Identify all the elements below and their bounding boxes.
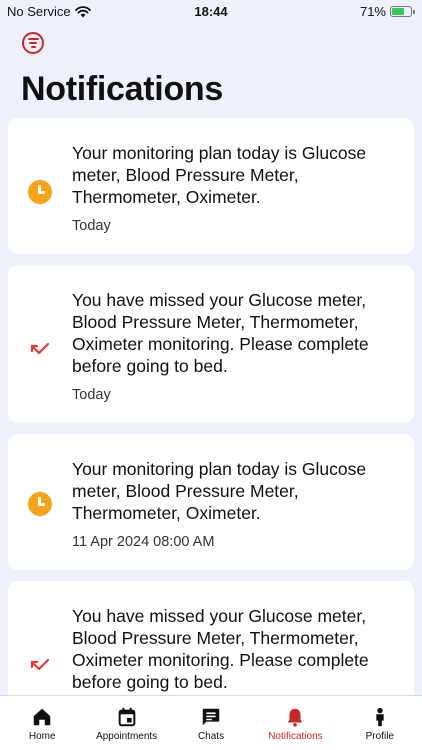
- filter-icon-line: [27, 38, 39, 41]
- battery-icon: [390, 6, 415, 17]
- status-right: 71%: [359, 4, 415, 19]
- notification-time: 11 Apr 2024 08:00 AM: [72, 534, 215, 550]
- tab-label: Home: [28, 731, 56, 742]
- clock-label: 18:44: [194, 4, 228, 19]
- person-icon: [376, 707, 384, 727]
- notification-message: Your monitoring plan today is Glucose me…: [72, 143, 367, 207]
- chat-icon: [202, 708, 220, 726]
- filter-button[interactable]: [22, 32, 44, 54]
- battery-percent: 71%: [359, 4, 386, 19]
- status-bar: No Service 18:44 71%: [0, 0, 422, 24]
- clock-icon: [28, 180, 52, 204]
- notification-list[interactable]: Your monitoring plan today is Glucose me…: [8, 118, 414, 724]
- tab-bar: Home Appointments Chats Notifications Profil…: [0, 695, 422, 750]
- notification-message: You have missed your Glucose meter, Bloo…: [72, 606, 369, 692]
- tab-home[interactable]: Home: [0, 696, 84, 750]
- calendar-icon: [118, 707, 135, 727]
- tab-label: Chats: [197, 731, 225, 742]
- tab-chats[interactable]: Chats: [169, 696, 253, 750]
- tab-label: Notifications: [268, 731, 323, 742]
- notification-time: Today: [72, 218, 111, 234]
- battery-tip: [413, 10, 415, 14]
- notification-message: Your monitoring plan today is Glucose me…: [72, 459, 367, 523]
- missed-call-icon: [28, 337, 52, 366]
- clock-icon: [28, 492, 52, 516]
- battery-level: [392, 8, 405, 15]
- tab-label: Profile: [365, 731, 394, 742]
- tab-profile[interactable]: Profile: [338, 696, 422, 750]
- notification-message: You have missed your Glucose meter, Bloo…: [72, 290, 369, 376]
- tab-label: Appointments: [96, 731, 158, 742]
- filter-icon-line: [30, 45, 36, 48]
- page-title: Notifications: [21, 70, 223, 108]
- notification-card[interactable]: Your monitoring plan today is Glucose me…: [8, 434, 414, 570]
- notification-card[interactable]: Your monitoring plan today is Glucose me…: [8, 118, 414, 254]
- missed-call-icon: [28, 653, 52, 682]
- home-icon: [33, 708, 51, 726]
- notification-time: Today: [72, 387, 111, 403]
- notification-card[interactable]: You have missed your Glucose meter, Bloo…: [8, 581, 414, 713]
- bell-icon: [288, 708, 303, 727]
- tab-appointments[interactable]: Appointments: [84, 696, 168, 750]
- notification-card[interactable]: You have missed your Glucose meter, Bloo…: [8, 265, 414, 423]
- tab-notifications[interactable]: Notifications: [253, 696, 337, 750]
- filter-icon-line: [29, 42, 37, 44]
